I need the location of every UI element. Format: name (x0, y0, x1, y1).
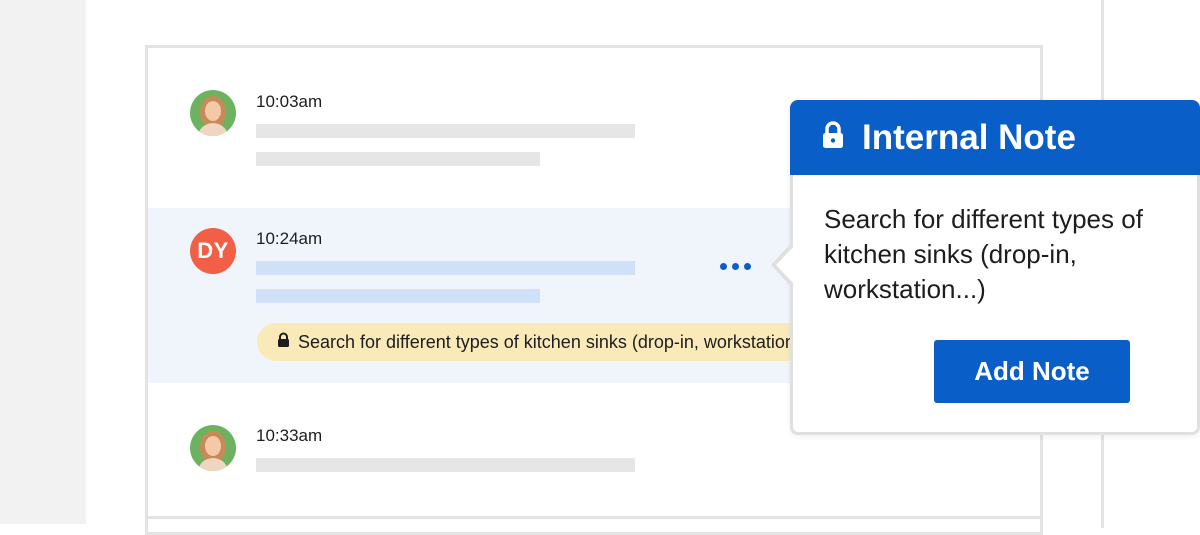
popover-header: Internal Note (790, 100, 1200, 175)
lock-icon (277, 332, 290, 353)
divider (148, 516, 1040, 519)
user-avatar (190, 90, 236, 136)
internal-note-pill[interactable]: Search for different types of kitchen si… (257, 323, 857, 361)
message-text-placeholder (256, 124, 635, 138)
popover-title: Internal Note (862, 117, 1076, 157)
message-text-placeholder (256, 458, 635, 472)
message-timestamp: 10:33am (256, 426, 323, 445)
add-note-button[interactable]: Add Note (934, 340, 1130, 403)
more-dots-icon (743, 262, 751, 270)
left-sidebar-strip (0, 0, 86, 524)
message-timestamp: 10:03am (256, 92, 323, 111)
message-text-placeholder (256, 289, 540, 303)
message-timestamp: 10:24am (256, 229, 323, 248)
popover-arrow-fill (776, 245, 795, 285)
user-photo-icon (198, 431, 228, 471)
more-dots-icon (719, 262, 727, 270)
internal-note-text: Search for different types of kitchen si… (298, 331, 816, 352)
user-avatar (190, 425, 236, 471)
lock-icon (822, 121, 844, 154)
more-actions-button[interactable] (713, 256, 757, 276)
more-dots-icon (731, 262, 739, 270)
user-photo-icon (198, 96, 228, 136)
popover-note-text: Search for different types of kitchen si… (824, 204, 1143, 304)
internal-note-popover: Internal Note Search for different types… (771, 100, 1200, 435)
message-text-placeholder (256, 152, 540, 166)
initials-avatar: DY (190, 228, 236, 274)
message-text-placeholder (256, 261, 635, 275)
